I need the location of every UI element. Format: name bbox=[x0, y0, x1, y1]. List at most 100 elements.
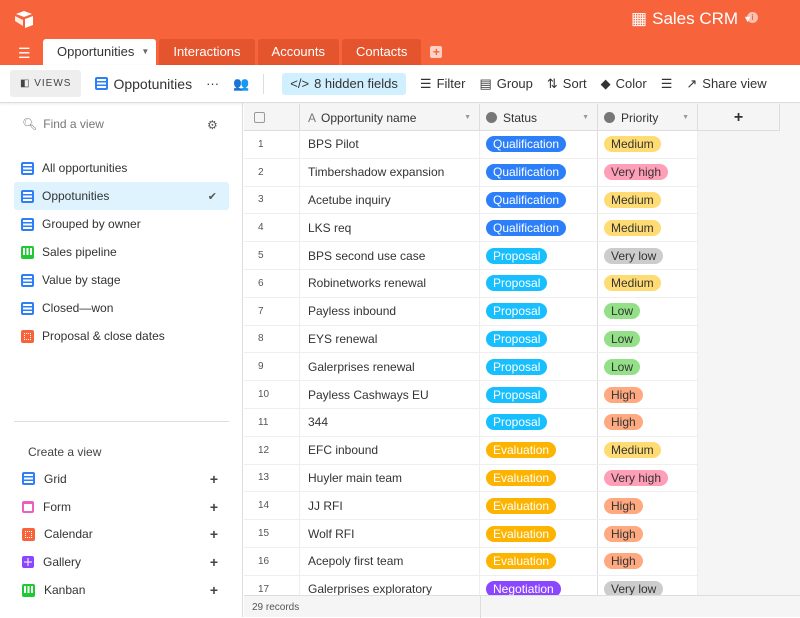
priority-cell[interactable]: Medium bbox=[598, 269, 698, 297]
status-cell[interactable]: Proposal bbox=[480, 325, 598, 353]
table-row[interactable]: 2 Timbershadow expansion Qualification V… bbox=[244, 158, 698, 187]
base-name-menu[interactable]: ▦Sales CRM▼ bbox=[631, 9, 752, 29]
airtable-logo-icon[interactable] bbox=[14, 10, 34, 28]
chevron-down-icon[interactable]: ▼ bbox=[464, 114, 471, 121]
filter-button[interactable]: ☰ Filter bbox=[420, 76, 466, 92]
view-item[interactable]: Closed—won bbox=[14, 294, 229, 322]
status-cell[interactable]: Evaluation bbox=[480, 492, 598, 520]
plus-icon[interactable]: + bbox=[210, 499, 218, 515]
priority-cell[interactable]: Low bbox=[598, 325, 698, 353]
create-view-form[interactable]: Form + bbox=[22, 493, 222, 521]
table-row[interactable]: 10 Payless Cashways EU Proposal High bbox=[244, 381, 698, 409]
status-cell[interactable]: Proposal bbox=[480, 353, 598, 381]
view-item[interactable]: Oppotunities ✔ bbox=[14, 182, 229, 210]
table-row[interactable]: 14 JJ RFI Evaluation High bbox=[244, 492, 698, 521]
table-row[interactable]: 1 BPS Pilot Qualification Medium bbox=[244, 131, 698, 159]
opportunity-name-cell[interactable]: Robinetworks renewal bbox=[300, 269, 480, 297]
plus-icon[interactable]: + bbox=[210, 526, 218, 542]
table-row[interactable]: 15 Wolf RFI Evaluation High bbox=[244, 520, 698, 548]
status-cell[interactable]: Proposal bbox=[480, 297, 598, 325]
views-toggle-button[interactable]: ◧ VIEWS bbox=[10, 70, 82, 97]
priority-cell[interactable]: Very low bbox=[598, 242, 698, 269]
view-item[interactable]: Value by stage bbox=[14, 266, 229, 294]
status-cell[interactable]: Proposal bbox=[480, 381, 598, 408]
view-item[interactable]: Sales pipeline bbox=[14, 238, 229, 266]
find-view-input[interactable]: 🔍︎ Find a view bbox=[22, 117, 104, 131]
priority-cell[interactable]: High bbox=[598, 520, 698, 547]
plus-icon[interactable]: + bbox=[210, 554, 218, 570]
opportunity-name-cell[interactable]: Timbershadow expansion bbox=[300, 158, 480, 186]
tab-interactions[interactable]: Interactions bbox=[159, 39, 255, 65]
priority-cell[interactable]: Medium bbox=[598, 214, 698, 242]
menu-icon[interactable]: ☰ bbox=[18, 45, 31, 62]
priority-cell[interactable]: Medium bbox=[598, 131, 698, 158]
table-row[interactable]: 13 Huyler main team Evaluation Very high bbox=[244, 464, 698, 493]
status-cell[interactable]: Evaluation bbox=[480, 520, 598, 547]
opportunity-name-cell[interactable]: BPS Pilot bbox=[300, 131, 480, 158]
add-field-button[interactable]: + bbox=[698, 104, 780, 131]
row-height-icon[interactable]: ☰ bbox=[661, 76, 673, 92]
opportunity-name-cell[interactable]: 344 bbox=[300, 408, 480, 436]
table-row[interactable]: 7 Payless inbound Proposal Low bbox=[244, 297, 698, 326]
priority-cell[interactable]: High bbox=[598, 381, 698, 408]
chevron-down-icon[interactable]: ▼ bbox=[141, 39, 149, 65]
gear-icon[interactable]: ⚙ bbox=[207, 118, 218, 132]
view-item[interactable]: Grouped by owner bbox=[14, 210, 229, 238]
table-row[interactable]: 9 Galerprises renewal Proposal Low bbox=[244, 353, 698, 382]
status-cell[interactable]: Evaluation bbox=[480, 436, 598, 464]
chevron-down-icon[interactable]: ▼ bbox=[682, 114, 689, 121]
create-view-kanban[interactable]: Kanban + bbox=[22, 576, 222, 604]
opportunity-name-cell[interactable]: Payless Cashways EU bbox=[300, 381, 480, 408]
opportunity-name-cell[interactable]: JJ RFI bbox=[300, 492, 480, 520]
status-cell[interactable]: Evaluation bbox=[480, 547, 598, 575]
share-view-button[interactable]: ↗ Share view bbox=[686, 76, 766, 92]
opportunity-name-cell[interactable]: Wolf RFI bbox=[300, 520, 480, 547]
table-row[interactable]: 5 BPS second use case Proposal Very low bbox=[244, 242, 698, 270]
status-cell[interactable]: Qualification bbox=[480, 214, 598, 242]
view-name-button[interactable]: Oppotunities bbox=[95, 76, 192, 92]
priority-cell[interactable]: High bbox=[598, 492, 698, 520]
status-cell[interactable]: Proposal bbox=[480, 269, 598, 297]
priority-cell[interactable]: High bbox=[598, 408, 698, 436]
view-item[interactable]: All opportunities bbox=[14, 154, 229, 182]
plus-icon[interactable]: + bbox=[210, 582, 218, 598]
opportunity-name-cell[interactable]: EFC inbound bbox=[300, 436, 480, 464]
color-button[interactable]: ◆ Color bbox=[601, 76, 647, 92]
add-table-icon[interactable]: + bbox=[430, 46, 443, 58]
more-options-button[interactable]: ··· bbox=[206, 76, 219, 91]
table-row[interactable]: 16 Acepoly first team Evaluation High bbox=[244, 547, 698, 576]
opportunity-name-cell[interactable]: Huyler main team bbox=[300, 464, 480, 492]
view-item[interactable]: Proposal & close dates bbox=[14, 322, 229, 350]
opportunity-name-cell[interactable]: Acepoly first team bbox=[300, 547, 480, 575]
create-view-gallery[interactable]: Gallery + bbox=[22, 548, 222, 576]
group-button[interactable]: ▤ Group bbox=[479, 76, 532, 92]
table-row[interactable]: 12 EFC inbound Evaluation Medium bbox=[244, 436, 698, 465]
chevron-down-icon[interactable]: ▼ bbox=[582, 114, 589, 121]
status-cell[interactable]: Qualification bbox=[480, 158, 598, 186]
select-all-checkbox[interactable] bbox=[244, 104, 300, 131]
priority-cell[interactable]: Low bbox=[598, 353, 698, 381]
table-row[interactable]: 4 LKS req Qualification Medium bbox=[244, 214, 698, 243]
tab-accounts[interactable]: Accounts bbox=[257, 39, 340, 65]
opportunity-name-cell[interactable]: Payless inbound bbox=[300, 297, 480, 325]
collaborators-icon[interactable]: 👥 bbox=[233, 76, 249, 92]
status-cell[interactable]: Qualification bbox=[480, 186, 598, 214]
tab-contacts[interactable]: Contacts bbox=[342, 39, 422, 65]
opportunity-name-cell[interactable]: Acetube inquiry bbox=[300, 186, 480, 214]
column-header-status[interactable]: Status ▼ bbox=[480, 104, 598, 131]
table-row[interactable]: 11 344 Proposal High bbox=[244, 408, 698, 437]
priority-cell[interactable]: Very high bbox=[598, 158, 698, 186]
column-header-priority[interactable]: Priority ▼ bbox=[598, 104, 698, 131]
create-view-calendar[interactable]: Calendar + bbox=[22, 521, 222, 549]
opportunity-name-cell[interactable]: BPS second use case bbox=[300, 242, 480, 269]
priority-cell[interactable]: Medium bbox=[598, 186, 698, 214]
sort-button[interactable]: ⇅ Sort bbox=[547, 76, 587, 92]
hidden-fields-button[interactable]: </> 8 hidden fields bbox=[282, 72, 406, 95]
status-cell[interactable]: Proposal bbox=[480, 408, 598, 436]
opportunity-name-cell[interactable]: EYS renewal bbox=[300, 325, 480, 353]
status-cell[interactable]: Qualification bbox=[480, 131, 598, 158]
table-row[interactable]: 3 Acetube inquiry Qualification Medium bbox=[244, 186, 698, 215]
priority-cell[interactable]: Low bbox=[598, 297, 698, 325]
opportunity-name-cell[interactable]: Galerprises renewal bbox=[300, 353, 480, 381]
create-view-grid[interactable]: Grid + bbox=[22, 465, 222, 493]
